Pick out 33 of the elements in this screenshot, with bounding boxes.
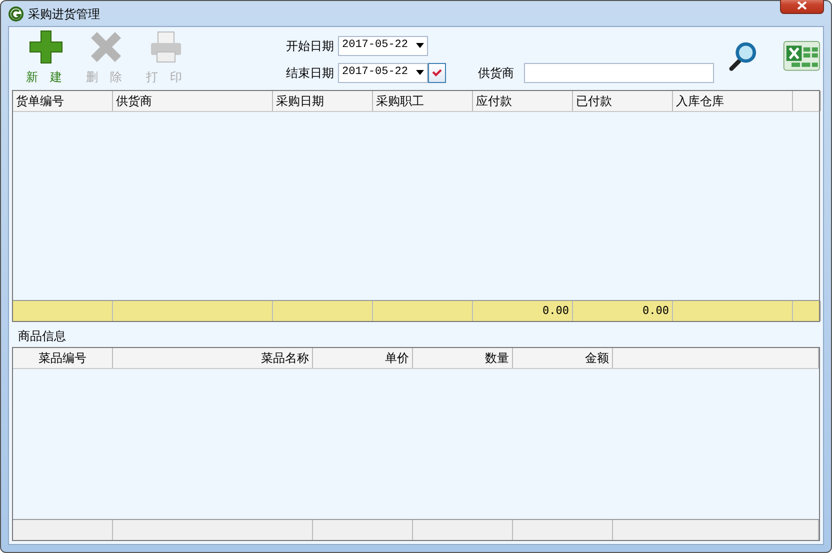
total-cell: 0.00: [473, 301, 573, 321]
end-date-field[interactable]: 2017-05-22: [338, 62, 428, 82]
supplier-label: 供货商: [478, 64, 514, 82]
column-header[interactable]: 供货商: [113, 91, 273, 111]
check-icon: [432, 68, 442, 76]
column-header[interactable]: 货单编号: [13, 91, 113, 111]
column-header[interactable]: 采购日期: [273, 91, 373, 111]
column-header[interactable]: 入库仓库: [673, 91, 793, 111]
column-header[interactable]: 数量: [413, 348, 513, 368]
column-header[interactable]: 应付款: [473, 91, 573, 111]
section-title: 商品信息: [18, 328, 66, 345]
column-header[interactable]: 采购职工: [373, 91, 473, 111]
plus-icon: [29, 30, 63, 64]
column-header[interactable]: 菜品编号: [13, 348, 113, 368]
caret-icon: [416, 43, 424, 48]
close-icon: [797, 0, 807, 10]
checkbox[interactable]: [428, 62, 446, 82]
start-date-label: 开始日期: [286, 38, 334, 54]
supplier-field[interactable]: [524, 62, 714, 82]
column-header[interactable]: 已付款: [573, 91, 673, 111]
column-header[interactable]: 单价: [313, 348, 413, 368]
app-icon: [8, 6, 24, 22]
column-header[interactable]: 菜品名称: [113, 348, 313, 368]
new-button[interactable]: 新 建: [16, 30, 76, 86]
caret-icon: [416, 70, 424, 75]
total-cell: 0.00: [573, 301, 673, 321]
window-title: 采购进货管理: [28, 6, 100, 22]
end-date-label: 结束日期: [286, 64, 334, 82]
x-mark-icon: [89, 30, 123, 64]
printer-icon: [149, 30, 183, 64]
close-button[interactable]: [780, 0, 824, 14]
column-header[interactable]: 金额: [513, 348, 613, 368]
start-date-field[interactable]: 2017-05-22: [338, 36, 428, 56]
